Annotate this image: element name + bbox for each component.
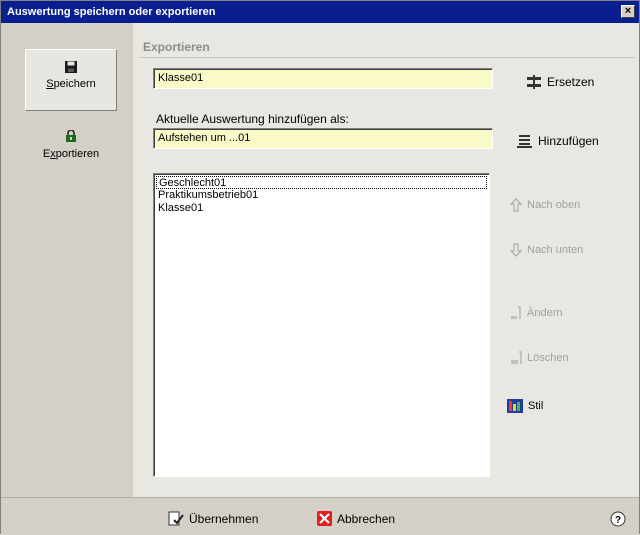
move-down-button[interactable]: Nach unten bbox=[510, 243, 583, 257]
move-up-label: Nach oben bbox=[527, 199, 581, 211]
add-as-input[interactable]: Aufstehen um ...01 bbox=[153, 128, 493, 149]
move-down-label: Nach unten bbox=[527, 244, 584, 256]
add-as-label: Aktuelle Auswertung hinzufügen als: bbox=[156, 112, 349, 126]
section-title: Exportieren bbox=[143, 40, 210, 54]
floppy-disk-icon bbox=[65, 61, 77, 73]
dialog-window: Auswertung speichern oder exportieren × … bbox=[0, 0, 640, 535]
left-nav-panel: Speichern Exportieren bbox=[1, 23, 133, 497]
add-icon bbox=[517, 135, 532, 148]
list-item[interactable]: Praktikumsbetrieb01 bbox=[156, 189, 487, 202]
close-icon: × bbox=[624, 5, 632, 17]
cancel-icon bbox=[317, 511, 332, 526]
window-title: Auswertung speichern oder exportieren bbox=[7, 6, 216, 18]
export-icon bbox=[66, 130, 76, 142]
delete-icon bbox=[511, 351, 522, 364]
sidebar-item-speichern[interactable]: Speichern bbox=[25, 49, 117, 111]
cancel-label: Abbrechen bbox=[337, 511, 396, 526]
replace-icon bbox=[527, 75, 541, 89]
replace-label: Ersetzen bbox=[547, 75, 595, 89]
sidebar-item-exportieren[interactable]: Exportieren bbox=[25, 130, 117, 176]
delete-button[interactable]: Löschen bbox=[510, 351, 569, 365]
edit-label: Ändern bbox=[527, 307, 563, 319]
sidebar-item-label: Exportieren bbox=[42, 148, 100, 160]
style-button[interactable]: Stil bbox=[507, 399, 543, 413]
cancel-button[interactable]: Abbrechen bbox=[317, 511, 395, 526]
apply-icon bbox=[168, 511, 184, 526]
style-icon bbox=[507, 399, 523, 413]
delete-label: Löschen bbox=[527, 352, 569, 364]
edit-icon bbox=[511, 306, 521, 319]
arrow-up-icon bbox=[510, 198, 522, 212]
close-button[interactable]: × bbox=[621, 5, 635, 18]
export-list[interactable]: Geschlecht01 Praktikumsbetrieb01 Klasse0… bbox=[153, 173, 490, 477]
replace-button[interactable]: Ersetzen bbox=[526, 75, 594, 89]
sidebar-item-label: Speichern bbox=[46, 78, 96, 90]
style-label: Stil bbox=[528, 400, 544, 412]
move-up-button[interactable]: Nach oben bbox=[510, 198, 580, 212]
help-button[interactable]: ? bbox=[610, 511, 626, 527]
footer-bar: Übernehmen Abbrechen ? bbox=[1, 497, 639, 535]
section-divider bbox=[139, 57, 635, 58]
apply-button[interactable]: Übernehmen bbox=[168, 511, 258, 526]
svg-text:?: ? bbox=[615, 515, 621, 526]
name-input[interactable]: Klasse01 bbox=[153, 68, 493, 89]
edit-button[interactable]: Ändern bbox=[510, 306, 562, 320]
list-item[interactable]: Klasse01 bbox=[156, 202, 487, 215]
help-icon: ? bbox=[610, 511, 626, 527]
title-bar: Auswertung speichern oder exportieren × bbox=[1, 1, 639, 23]
add-button[interactable]: Hinzufügen bbox=[517, 134, 599, 148]
apply-label: Übernehmen bbox=[189, 511, 259, 526]
list-item[interactable]: Geschlecht01 bbox=[156, 176, 487, 189]
arrow-down-icon bbox=[510, 243, 522, 257]
add-label: Hinzufügen bbox=[538, 134, 599, 148]
